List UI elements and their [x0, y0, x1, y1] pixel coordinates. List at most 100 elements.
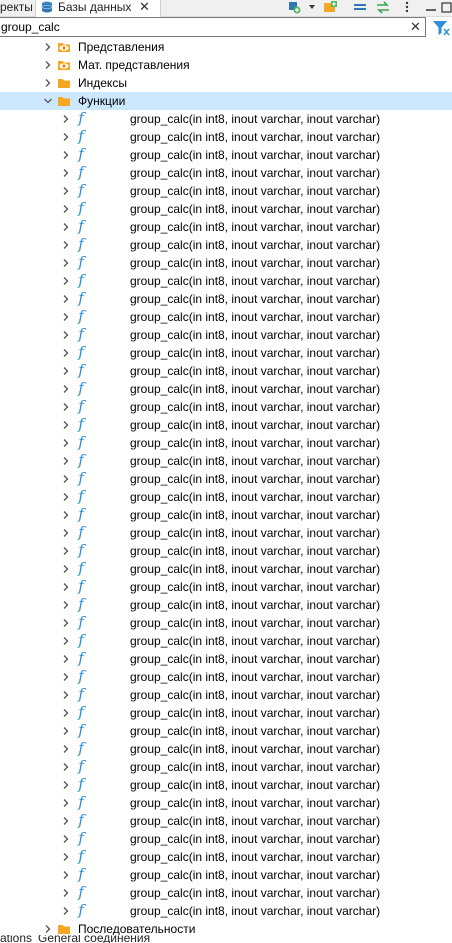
tree-function-item[interactable]: f group_calc(in int8, inout varchar, inou…: [0, 542, 452, 560]
chevron-right-icon[interactable]: [61, 240, 71, 250]
chevron-right-icon[interactable]: [61, 816, 71, 826]
chevron-right-icon[interactable]: [61, 348, 71, 358]
tree-function-item[interactable]: f group_calc(in int8, inout varchar, inou…: [0, 362, 452, 380]
tree-function-item[interactable]: f group_calc(in int8, inout varchar, inou…: [0, 236, 452, 254]
tree-function-item[interactable]: f group_calc(in int8, inout varchar, inou…: [0, 470, 452, 488]
tree-function-item[interactable]: f group_calc(in int8, inout varchar, inou…: [0, 416, 452, 434]
tree-function-item[interactable]: f group_calc(in int8, inout varchar, inou…: [0, 668, 452, 686]
chevron-right-icon[interactable]: [61, 330, 71, 340]
chevron-right-icon[interactable]: [61, 492, 71, 502]
tree-function-item[interactable]: f group_calc(in int8, inout varchar, inou…: [0, 794, 452, 812]
chevron-right-icon[interactable]: [61, 312, 71, 322]
chevron-right-icon[interactable]: [61, 366, 71, 376]
tree-folder[interactable]: Мат. представления: [0, 56, 452, 74]
close-icon[interactable]: ✕: [139, 0, 150, 14]
minimize-icon[interactable]: [424, 0, 438, 15]
tree-function-item[interactable]: f group_calc(in int8, inout varchar, inou…: [0, 686, 452, 704]
chevron-right-icon[interactable]: [61, 510, 71, 520]
maximize-icon[interactable]: [440, 0, 452, 15]
link-editor-icon[interactable]: [375, 0, 391, 15]
chevron-right-icon[interactable]: [61, 402, 71, 412]
chevron-right-icon[interactable]: [61, 726, 71, 736]
tree-function-item[interactable]: f group_calc(in int8, inout varchar, inou…: [0, 650, 452, 668]
tree-function-item[interactable]: f group_calc(in int8, inout varchar, inou…: [0, 272, 452, 290]
tree-function-item[interactable]: f group_calc(in int8, inout varchar, inou…: [0, 704, 452, 722]
tree-function-item[interactable]: f group_calc(in int8, inout varchar, inou…: [0, 830, 452, 848]
tree-function-item[interactable]: f group_calc(in int8, inout varchar, inou…: [0, 110, 452, 128]
tree-function-item[interactable]: f group_calc(in int8, inout varchar, inou…: [0, 812, 452, 830]
chevron-right-icon[interactable]: [43, 60, 53, 70]
chevron-right-icon[interactable]: [61, 276, 71, 286]
chevron-right-icon[interactable]: [61, 870, 71, 880]
tree-function-item[interactable]: f group_calc(in int8, inout varchar, inou…: [0, 290, 452, 308]
new-connection-icon[interactable]: [286, 0, 302, 15]
chevron-right-icon[interactable]: [61, 708, 71, 718]
tree-function-item[interactable]: f group_calc(in int8, inout varchar, inou…: [0, 506, 452, 524]
tree-function-item[interactable]: f group_calc(in int8, inout varchar, inou…: [0, 488, 452, 506]
tree-function-item[interactable]: f group_calc(in int8, inout varchar, inou…: [0, 614, 452, 632]
tree-function-item[interactable]: f group_calc(in int8, inout varchar, inou…: [0, 578, 452, 596]
chevron-right-icon[interactable]: [61, 798, 71, 808]
chevron-right-icon[interactable]: [61, 780, 71, 790]
chevron-right-icon[interactable]: [61, 474, 71, 484]
tree-function-item[interactable]: f group_calc(in int8, inout varchar, inou…: [0, 128, 452, 146]
chevron-right-icon[interactable]: [43, 42, 53, 52]
tree-function-item[interactable]: f group_calc(in int8, inout varchar, inou…: [0, 902, 452, 920]
tree-function-item[interactable]: f group_calc(in int8, inout varchar, inou…: [0, 200, 452, 218]
chevron-down-icon[interactable]: [43, 96, 53, 106]
filter-icon[interactable]: [432, 20, 450, 36]
chevron-right-icon[interactable]: [61, 258, 71, 268]
tree-function-item[interactable]: f group_calc(in int8, inout varchar, inou…: [0, 884, 452, 902]
tree-function-item[interactable]: f group_calc(in int8, inout varchar, inou…: [0, 452, 452, 470]
chevron-right-icon[interactable]: [61, 618, 71, 628]
chevron-right-icon[interactable]: [61, 294, 71, 304]
chevron-right-icon[interactable]: [61, 546, 71, 556]
chevron-right-icon[interactable]: [61, 204, 71, 214]
chevron-right-icon[interactable]: [61, 834, 71, 844]
tree-function-item[interactable]: f group_calc(in int8, inout varchar, inou…: [0, 758, 452, 776]
tree-function-item[interactable]: f group_calc(in int8, inout varchar, inou…: [0, 632, 452, 650]
chevron-right-icon[interactable]: [61, 528, 71, 538]
chevron-right-icon[interactable]: [43, 78, 53, 88]
chevron-right-icon[interactable]: [61, 420, 71, 430]
chevron-right-icon[interactable]: [61, 582, 71, 592]
chevron-right-icon[interactable]: [61, 384, 71, 394]
tree-function-item[interactable]: f group_calc(in int8, inout varchar, inou…: [0, 164, 452, 182]
tree-folder[interactable]: Представления: [0, 38, 452, 56]
tree-function-item[interactable]: f group_calc(in int8, inout varchar, inou…: [0, 866, 452, 884]
tree-function-item[interactable]: f group_calc(in int8, inout varchar, inou…: [0, 398, 452, 416]
tree-function-item[interactable]: f group_calc(in int8, inout varchar, inou…: [0, 308, 452, 326]
chevron-right-icon[interactable]: [61, 456, 71, 466]
tree-function-item[interactable]: f group_calc(in int8, inout varchar, inou…: [0, 218, 452, 236]
tree-function-item[interactable]: f group_calc(in int8, inout varchar, inou…: [0, 848, 452, 866]
tree-function-item[interactable]: f group_calc(in int8, inout varchar, inou…: [0, 146, 452, 164]
chevron-right-icon[interactable]: [61, 654, 71, 664]
tree-folder[interactable]: Индексы: [0, 74, 452, 92]
chevron-right-icon[interactable]: [61, 132, 71, 142]
chevron-right-icon[interactable]: [61, 222, 71, 232]
chevron-down-icon[interactable]: [307, 0, 317, 15]
filter-input[interactable]: [0, 17, 426, 37]
tree-function-item[interactable]: f group_calc(in int8, inout varchar, inou…: [0, 254, 452, 272]
collapse-all-icon[interactable]: [352, 0, 368, 15]
chevron-right-icon[interactable]: [61, 600, 71, 610]
tab-databases[interactable]: Базы данных ✕: [35, 0, 161, 17]
chevron-right-icon[interactable]: [43, 924, 53, 934]
chevron-right-icon[interactable]: [61, 690, 71, 700]
tree-function-item[interactable]: f group_calc(in int8, inout varchar, inou…: [0, 524, 452, 542]
tree-function-item[interactable]: f group_calc(in int8, inout varchar, inou…: [0, 344, 452, 362]
tree-function-item[interactable]: f group_calc(in int8, inout varchar, inou…: [0, 596, 452, 614]
tree-function-item[interactable]: f group_calc(in int8, inout varchar, inou…: [0, 740, 452, 758]
chevron-right-icon[interactable]: [61, 168, 71, 178]
tree-folder[interactable]: Функции: [0, 92, 452, 110]
chevron-right-icon[interactable]: [61, 564, 71, 574]
tree-function-item[interactable]: f group_calc(in int8, inout varchar, inou…: [0, 434, 452, 452]
chevron-right-icon[interactable]: [61, 672, 71, 682]
chevron-right-icon[interactable]: [61, 906, 71, 916]
view-menu-icon[interactable]: [402, 0, 412, 15]
chevron-right-icon[interactable]: [61, 852, 71, 862]
tree-function-item[interactable]: f group_calc(in int8, inout varchar, inou…: [0, 776, 452, 794]
chevron-right-icon[interactable]: [61, 888, 71, 898]
tree-function-item[interactable]: f group_calc(in int8, inout varchar, inou…: [0, 182, 452, 200]
chevron-right-icon[interactable]: [61, 114, 71, 124]
